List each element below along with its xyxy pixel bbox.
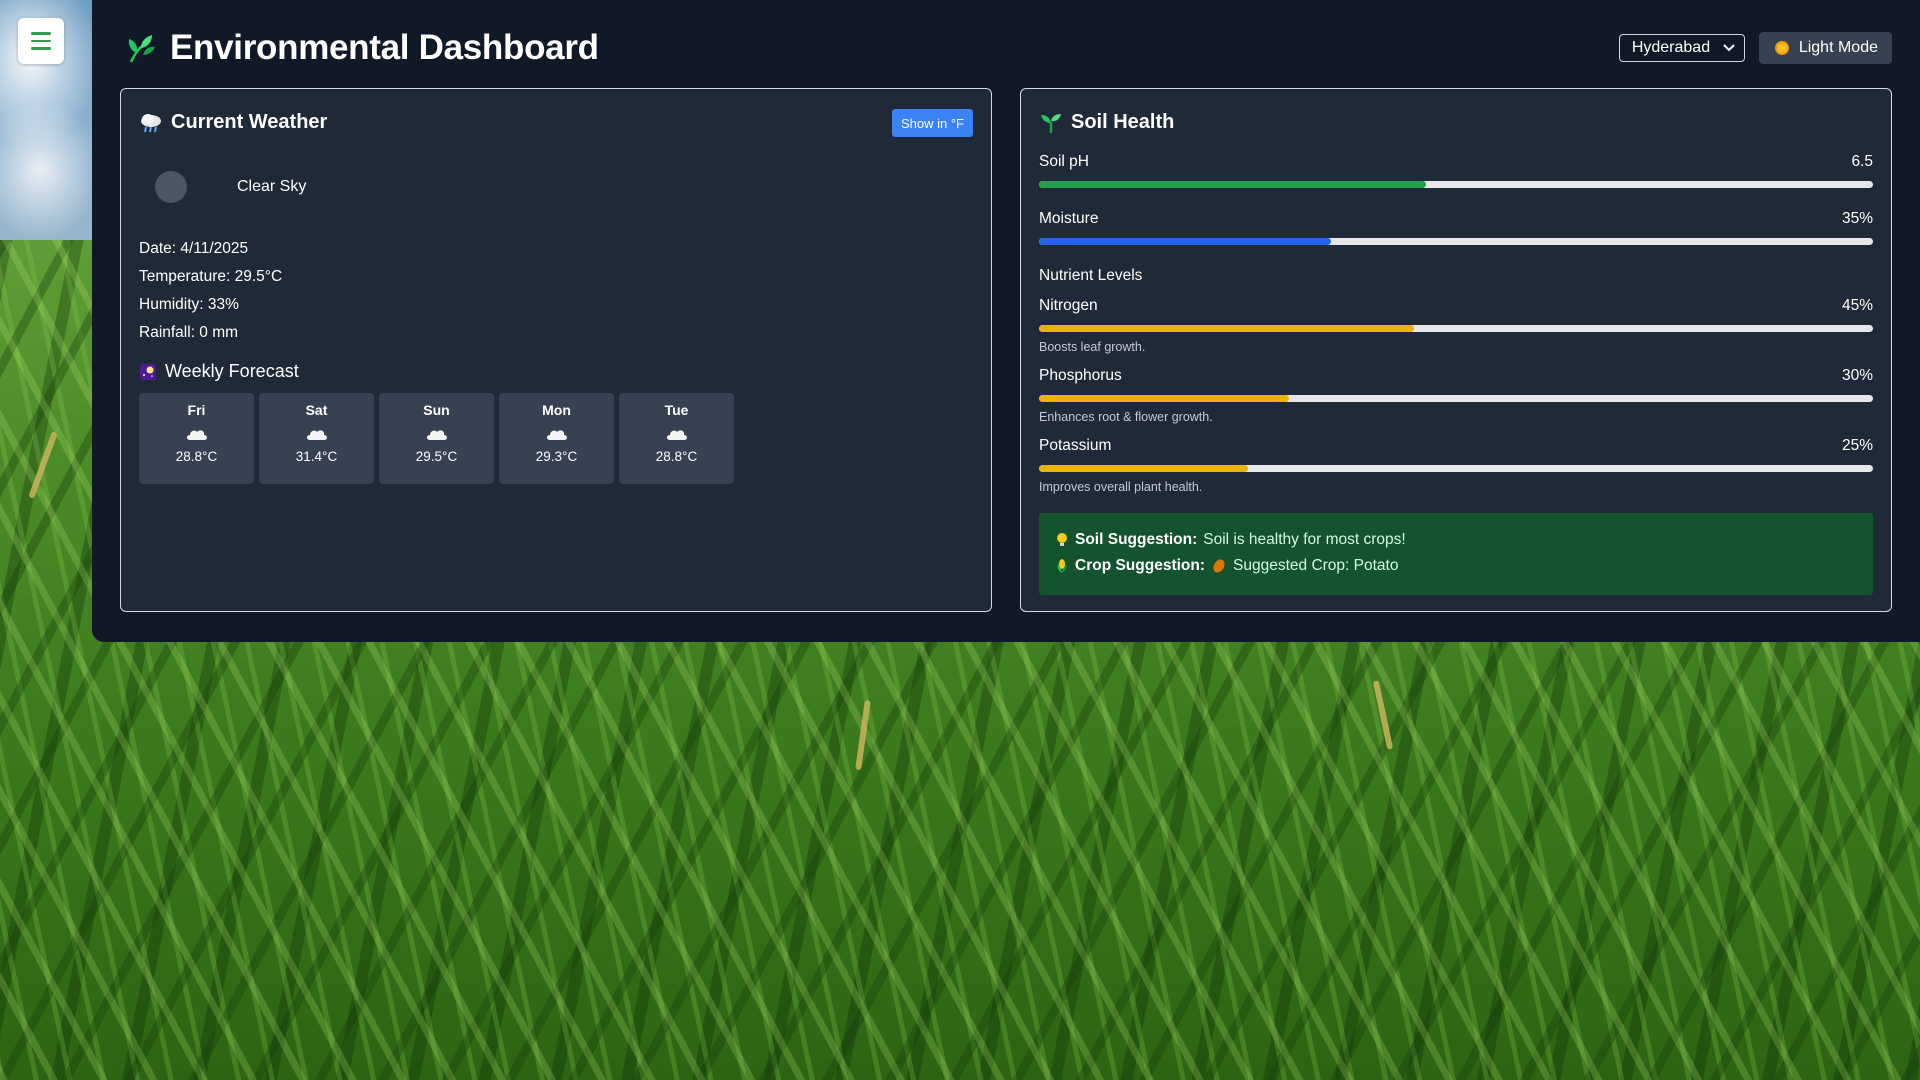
hamburger-icon: [31, 32, 51, 35]
crop-suggestion: Crop Suggestion: Suggested Crop: Potato: [1055, 553, 1857, 579]
weather-title: Current Weather: [171, 111, 328, 133]
weather-humidity: Humidity: 33%: [139, 296, 239, 313]
soil-suggestion: Soil Suggestion: Soil is healthy for mos…: [1055, 527, 1857, 553]
cloud-icon: [546, 430, 567, 440]
nitrogen-label: Nitrogen: [1039, 297, 1098, 314]
forecast-temp: 28.8°C: [655, 449, 698, 464]
chevron-down-icon: [1723, 44, 1735, 52]
light-mode-label: Light Mode: [1798, 39, 1878, 56]
city-select-value: Hyderabad: [1631, 39, 1711, 56]
weather-condition-icon: [155, 171, 187, 203]
cloud-rain-icon: [141, 113, 161, 132]
forecast-day-card: Sat 31.4°C: [259, 393, 374, 484]
cloud-icon: [306, 430, 327, 440]
phosphorus-bar: [1039, 395, 1873, 402]
forecast-day: Tue: [664, 402, 689, 418]
menu-button[interactable]: [18, 18, 64, 64]
header: Environmental Dashboard Hyderabad Light …: [124, 28, 1892, 68]
forecast-temp: 28.8°C: [175, 449, 218, 464]
soil-ph-label: Soil pH: [1039, 153, 1089, 170]
soil-ph-bar-fill: [1039, 181, 1426, 188]
weather-condition-text: Clear Sky: [237, 178, 307, 195]
moisture-metric: Moisture 35%: [1039, 210, 1873, 245]
crop-suggestion-label: Crop Suggestion:: [1075, 557, 1206, 574]
weekly-forecast-title: Weekly Forecast: [165, 361, 299, 381]
weather-details: Date: 4/11/2025 Temperature: 29.5°C Humi…: [139, 235, 282, 347]
phosphorus-description: Enhances root & flower growth.: [1039, 410, 1213, 424]
forecast-temp: 29.3°C: [535, 449, 578, 464]
potassium-metric: Potassium 25% Improves overall plant hea…: [1039, 437, 1873, 494]
crop-suggestion-text: Suggested Crop: Potato: [1233, 557, 1399, 574]
night-sky-icon: [140, 363, 156, 380]
moisture-bar: [1039, 238, 1873, 245]
weather-date: Date: 4/11/2025: [139, 240, 249, 257]
corn-icon: [1057, 559, 1067, 573]
forecast-list: Fri 28.8°C Sat 31.4°C Sun 29.5°C Mon 29.…: [139, 393, 734, 484]
phosphorus-label: Phosphorus: [1039, 367, 1122, 384]
cloud-icon: [666, 430, 687, 440]
potassium-bar: [1039, 465, 1873, 472]
light-mode-button[interactable]: Light Mode: [1758, 32, 1892, 64]
potassium-bar-fill: [1039, 465, 1248, 472]
forecast-day-card: Fri 28.8°C: [139, 393, 254, 484]
potassium-value: 25%: [1841, 437, 1873, 454]
potato-icon: [1213, 559, 1225, 573]
forecast-day: Fri: [187, 402, 206, 418]
cloud-icon: [426, 430, 447, 440]
soil-suggestion-label: Soil Suggestion:: [1075, 531, 1198, 548]
city-select[interactable]: Hyderabad: [1618, 34, 1745, 62]
weather-temperature: Temperature: 29.5°C: [139, 268, 283, 285]
current-weather-card: Current Weather Show in °F Clear Sky Dat…: [120, 88, 992, 612]
forecast-day-card: Sun 29.5°C: [379, 393, 494, 484]
potassium-label: Potassium: [1039, 437, 1112, 454]
moisture-label: Moisture: [1039, 210, 1099, 227]
soil-ph-metric: Soil pH 6.5: [1039, 153, 1873, 188]
cloud-icon: [186, 430, 207, 440]
suggestion-box: Soil Suggestion: Soil is healthy for mos…: [1039, 513, 1873, 595]
phosphorus-metric: Phosphorus 30% Enhances root & flower gr…: [1039, 367, 1873, 424]
nitrogen-bar: [1039, 325, 1873, 332]
forecast-day: Sun: [423, 402, 450, 418]
soil-suggestion-text: Soil is healthy for most crops!: [1203, 531, 1406, 548]
potassium-description: Improves overall plant health.: [1039, 480, 1203, 494]
moisture-bar-fill: [1039, 238, 1331, 245]
phosphorus-bar-fill: [1039, 395, 1290, 402]
nitrogen-description: Boosts leaf growth.: [1039, 340, 1146, 354]
nitrogen-metric: Nitrogen 45% Boosts leaf growth.: [1039, 297, 1873, 354]
forecast-day: Sat: [305, 402, 328, 418]
leaf-icon: [128, 35, 155, 63]
current-condition: Clear Sky: [155, 171, 306, 203]
lightbulb-icon: [1057, 533, 1067, 546]
soil-title: Soil Health: [1071, 111, 1175, 133]
nitrogen-bar-fill: [1039, 325, 1415, 332]
nutrient-levels-heading: Nutrient Levels: [1039, 267, 1143, 284]
forecast-day-card: Tue 28.8°C: [619, 393, 734, 484]
nitrogen-value: 45%: [1841, 297, 1873, 314]
forecast-temp: 31.4°C: [295, 449, 338, 464]
phosphorus-value: 30%: [1841, 367, 1873, 384]
soil-ph-value: 6.5: [1851, 153, 1873, 170]
forecast-temp: 29.5°C: [415, 449, 458, 464]
weather-rainfall: Rainfall: 0 mm: [139, 324, 239, 341]
soil-ph-bar: [1039, 181, 1873, 188]
forecast-day: Mon: [542, 402, 571, 418]
show-fahrenheit-button[interactable]: Show in °F: [891, 109, 973, 137]
forecast-day-card: Mon 29.3°C: [499, 393, 614, 484]
soil-health-card: Soil Health Soil pH 6.5 Moisture 35% Nut…: [1020, 88, 1892, 612]
page-title: Environmental Dashboard: [170, 28, 599, 67]
seedling-icon: [1041, 113, 1061, 133]
moisture-value: 35%: [1841, 210, 1873, 227]
dashboard-panel: Environmental Dashboard Hyderabad Light …: [92, 0, 1920, 642]
sun-icon: [1774, 41, 1789, 55]
